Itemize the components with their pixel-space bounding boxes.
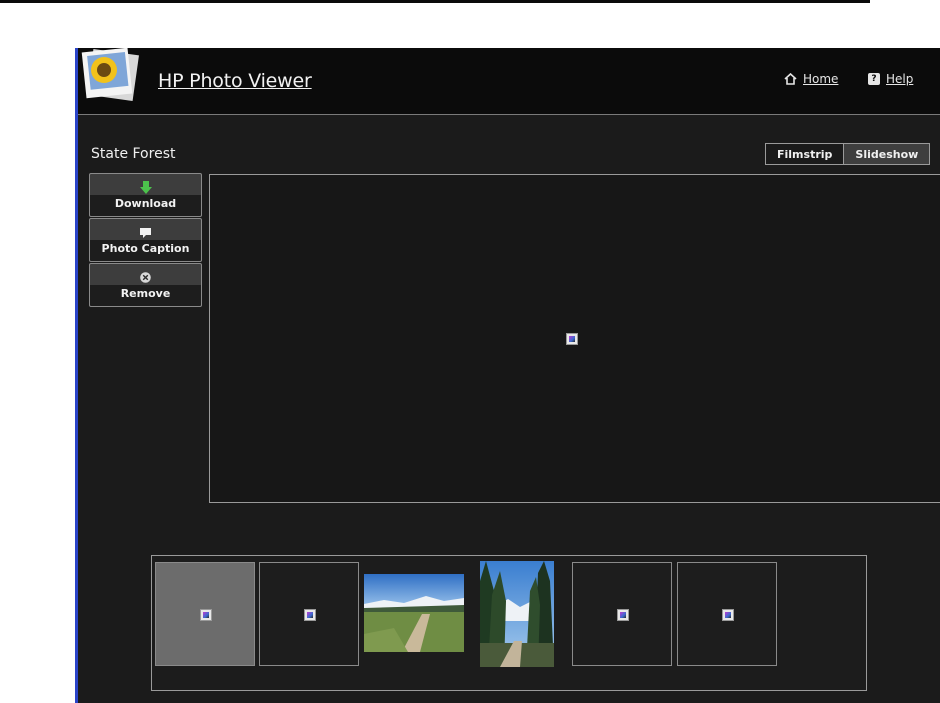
- tab-filmstrip[interactable]: Filmstrip: [765, 143, 845, 165]
- filmstrip-thumbnail-3[interactable]: [364, 574, 464, 652]
- broken-image-icon: [200, 609, 212, 621]
- top-rule: [0, 0, 870, 3]
- help-icon: ?: [868, 73, 880, 85]
- sunflower-photo-icon: [81, 48, 139, 101]
- download-arrow-icon: [139, 181, 152, 195]
- remove-button-label: Remove: [120, 286, 171, 300]
- filmstrip-thumbnail-4[interactable]: [480, 561, 554, 667]
- filmstrip-thumbnail-2[interactable]: [259, 562, 359, 666]
- photo-viewer-app: HP Photo Viewer Home ? Help State Forest…: [75, 48, 940, 703]
- tab-slideshow[interactable]: Slideshow: [844, 143, 931, 165]
- home-link[interactable]: Home: [784, 72, 838, 86]
- home-icon: [784, 73, 797, 85]
- filmstrip-thumbnail-5[interactable]: [572, 562, 672, 666]
- close-circle-icon: [140, 271, 151, 285]
- broken-image-icon: [304, 609, 316, 621]
- slideshow-viewer[interactable]: [209, 174, 940, 503]
- speech-bubble-icon: [140, 226, 151, 240]
- download-button-label: Download: [114, 196, 177, 210]
- filmstrip-thumbnail-6[interactable]: [677, 562, 777, 666]
- remove-button[interactable]: Remove: [89, 263, 202, 307]
- filmstrip: [151, 555, 867, 691]
- album-title: State Forest: [91, 146, 176, 162]
- photo-caption-button[interactable]: Photo Caption: [89, 218, 202, 262]
- broken-image-icon: [617, 609, 629, 621]
- action-panel: Download Photo Caption Remove: [89, 173, 202, 308]
- filmstrip-thumbnail-1[interactable]: [155, 562, 255, 666]
- download-button[interactable]: Download: [89, 173, 202, 217]
- broken-image-icon: [566, 333, 578, 345]
- broken-image-icon: [722, 609, 734, 621]
- home-link-label: Home: [803, 72, 839, 86]
- help-link[interactable]: ? Help: [868, 72, 913, 86]
- app-title[interactable]: HP Photo Viewer: [158, 70, 312, 92]
- view-toggle: Filmstrip Slideshow: [765, 143, 931, 165]
- help-link-label: Help: [886, 72, 914, 86]
- app-header: HP Photo Viewer Home ? Help: [78, 48, 940, 115]
- photo-caption-button-label: Photo Caption: [101, 241, 190, 255]
